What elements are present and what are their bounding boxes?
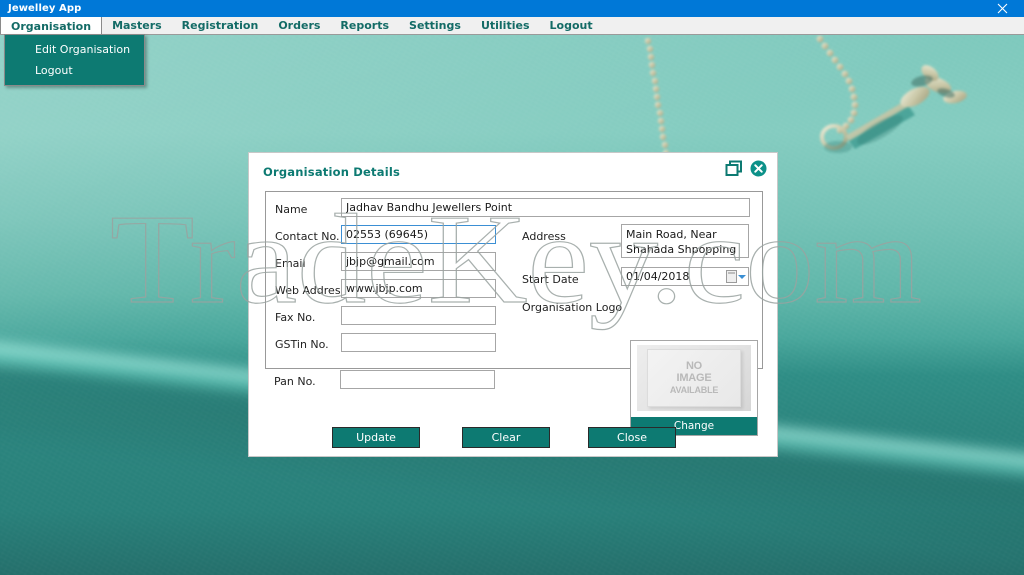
dialog-window-controls [725,160,767,177]
dialog-header: Organisation Details [249,153,777,186]
menu-item-logout[interactable]: Logout [540,17,603,34]
window-title: Jewelley App [8,3,82,14]
clear-button[interactable]: Clear [462,427,550,448]
contact-no-label: Contact No. [275,230,340,243]
application-window: TradeKey.com Organisation Details Name J… [0,0,1024,575]
start-date-label: Start Date [522,273,579,286]
email-label: Email [275,257,306,270]
menu-item-organisation[interactable]: Organisation [0,16,103,34]
organisation-fields-panel: Name Contact No. Address Main Road, Near… [265,191,763,436]
close-icon [997,3,1007,14]
menu-item-masters[interactable]: Masters [102,17,172,34]
no-image-line2: IMAGE [676,372,712,384]
menu-item-registration[interactable]: Registration [172,17,269,34]
menu-item-utilities[interactable]: Utilities [471,17,540,34]
menu-item-reports[interactable]: Reports [330,17,399,34]
gstin-no-label: GSTin No. [275,338,329,351]
close-button[interactable]: Close [588,427,676,448]
address-textarea[interactable]: Main Road, Near Shahada Shpopping [621,224,749,258]
calendar-dropdown-button[interactable] [726,270,746,283]
no-image-line3: AVAILABLE [669,385,719,395]
close-circle-icon[interactable] [750,160,767,177]
web-address-input[interactable] [341,279,496,298]
contact-no-input[interactable] [341,225,496,244]
organisation-details-dialog: Organisation Details Name Contact No. [248,152,778,457]
update-button[interactable]: Update [332,427,420,448]
fax-no-label: Fax No. [275,311,316,324]
menu-item-settings[interactable]: Settings [399,17,471,34]
pan-no-label: Pan No. [274,375,316,388]
gstin-no-input[interactable] [341,333,496,352]
window-close-button[interactable] [980,0,1024,17]
no-image-placeholder: NO IMAGE AVAILABLE [647,349,741,407]
window-title-bar: Jewelley App [0,0,1024,17]
organisation-dropdown-menu: Edit Organisation Logout [4,34,145,86]
name-input[interactable] [341,198,750,217]
menu-bar: Organisation Masters Registration Orders… [0,16,1024,35]
dropdown-item-logout[interactable]: Logout [5,60,144,81]
web-address-label: Web Address [275,284,347,297]
organisation-logo-label: Organisation Logo [522,301,623,314]
calendar-icon [726,270,737,283]
name-label: Name [275,203,308,216]
menu-item-orders[interactable]: Orders [268,17,330,34]
dialog-title: Organisation Details [263,165,401,179]
pan-no-input[interactable] [340,370,495,389]
address-label: Address [522,230,566,243]
fax-no-input[interactable] [341,306,496,325]
chevron-down-icon [738,274,746,279]
logo-preview: NO IMAGE AVAILABLE [637,345,751,411]
start-date-picker[interactable] [621,267,749,286]
dropdown-item-edit-organisation[interactable]: Edit Organisation [5,39,144,60]
restore-window-icon[interactable] [725,160,743,177]
email-input[interactable] [341,252,496,271]
no-image-line1: NO [685,360,703,372]
organisation-logo-box[interactable]: NO IMAGE AVAILABLE Change [630,340,758,436]
